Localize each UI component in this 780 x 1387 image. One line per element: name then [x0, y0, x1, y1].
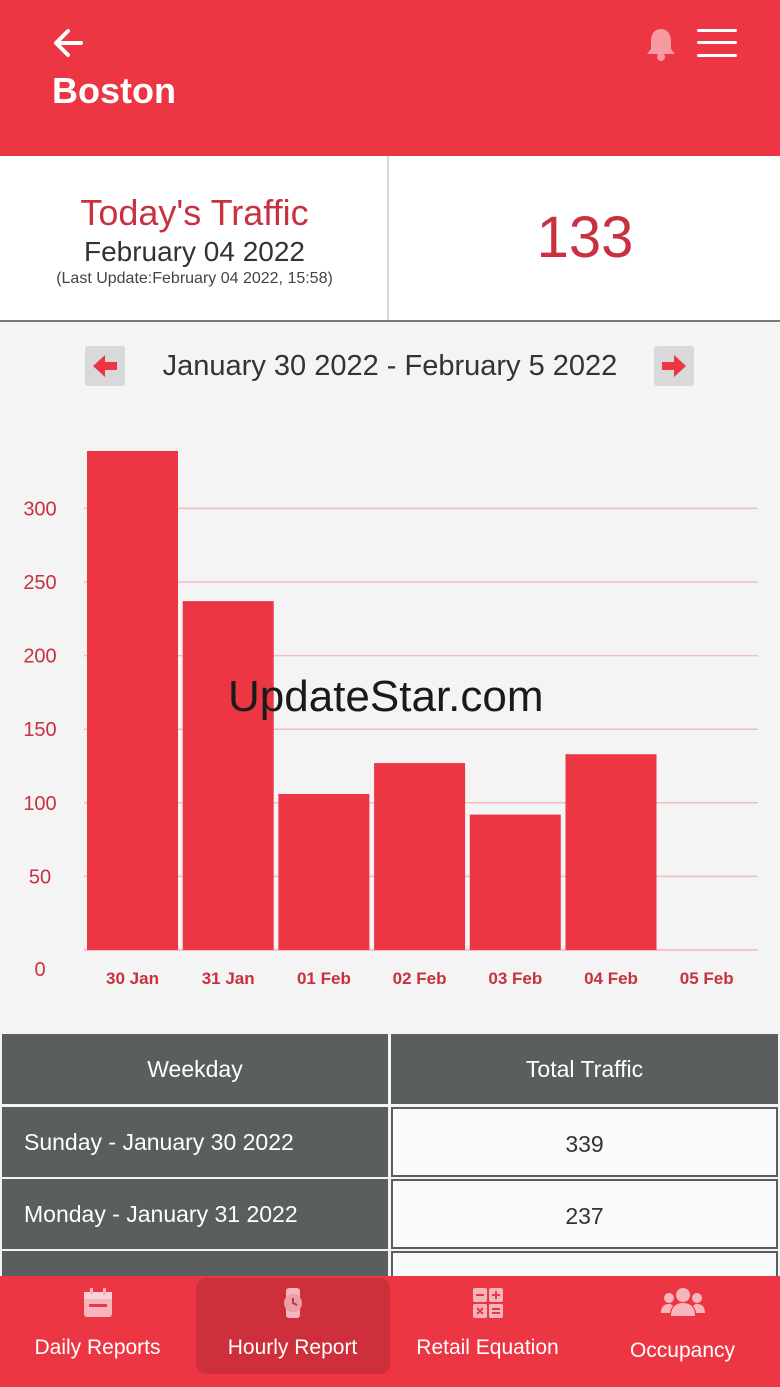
- last-update-text: (Last Update:February 04 2022, 15:58): [56, 270, 333, 287]
- previous-week-button[interactable]: [85, 346, 125, 386]
- weekday-cell: Monday - January 31 2022: [2, 1179, 388, 1249]
- page-title: Boston: [52, 70, 176, 111]
- y-tick-label: 150: [23, 719, 56, 741]
- today-traffic-panel: Today's Traffic February 04 2022 (Last U…: [0, 156, 780, 322]
- app-screen: Boston Today's Traffic February 04 2022 …: [0, 0, 780, 1387]
- y-tick-label: 100: [23, 793, 56, 815]
- x-tick-label: 01 Feb: [297, 969, 351, 988]
- bar[interactable]: [278, 793, 370, 950]
- bar[interactable]: [182, 601, 274, 950]
- top-header: Boston: [0, 0, 780, 156]
- notifications-button[interactable]: [644, 26, 678, 62]
- arrow-right-icon: [662, 355, 686, 377]
- next-week-button[interactable]: [654, 346, 694, 386]
- people-icon: [661, 1288, 705, 1316]
- table-row[interactable]: Monday - January 31 2022 237: [0, 1179, 780, 1249]
- y-tick-label: 0: [34, 959, 45, 981]
- weekday-cell: Sunday - January 30 2022: [2, 1107, 388, 1177]
- nav-hourly-report[interactable]: Hourly Report: [195, 1276, 390, 1387]
- column-header-weekday: Weekday: [2, 1034, 388, 1104]
- today-date: February 04 2022: [83, 236, 306, 267]
- x-tick-label: 03 Feb: [488, 969, 542, 988]
- nav-label: Daily Reports: [34, 1336, 161, 1359]
- nav-label: Retail Equation: [416, 1336, 559, 1359]
- y-tick-label: 50: [29, 866, 51, 888]
- watermark-text: UpdateStar.com: [228, 672, 544, 721]
- back-arrow-icon: [54, 29, 83, 57]
- column-header-total-traffic: Total Traffic: [391, 1034, 778, 1104]
- y-tick-label: 250: [23, 572, 56, 594]
- x-tick-label: 30 Jan: [106, 969, 159, 988]
- table-row[interactable]: Sunday - January 30 2022 339: [0, 1107, 780, 1177]
- nav-label: Hourly Report: [227, 1336, 358, 1359]
- bar[interactable]: [565, 754, 657, 950]
- x-tick-label: 31 Jan: [202, 969, 255, 988]
- menu-line: [697, 54, 737, 57]
- traffic-cell: 339: [391, 1107, 778, 1177]
- nav-retail-equation[interactable]: Retail Equation: [390, 1276, 585, 1387]
- nav-label: Occupancy: [629, 1339, 736, 1362]
- menu-button[interactable]: [697, 27, 737, 59]
- watch-icon: [284, 1288, 302, 1318]
- calendar-icon: [84, 1288, 112, 1317]
- hamburger-menu-icon: [697, 29, 737, 32]
- today-traffic-count: 133: [536, 205, 634, 270]
- bar[interactable]: [87, 451, 178, 950]
- x-tick-label: 04 Feb: [584, 969, 638, 988]
- today-info: Today's Traffic February 04 2022 (Last U…: [0, 156, 389, 320]
- menu-line: [697, 41, 737, 44]
- x-tick-label: 02 Feb: [393, 969, 447, 988]
- table-header-row: Weekday Total Traffic: [0, 1034, 780, 1104]
- y-tick-label: 200: [23, 646, 56, 668]
- nav-occupancy[interactable]: Occupancy: [585, 1276, 780, 1387]
- today-traffic-title: Today's Traffic: [80, 192, 309, 233]
- week-range-label: January 30 2022 - February 5 2022: [162, 350, 618, 382]
- nav-daily-reports[interactable]: Daily Reports: [0, 1276, 195, 1387]
- calculator-icon: [473, 1288, 503, 1318]
- bottom-navigation: Daily Reports Hourly Report Retail Equat…: [0, 1276, 780, 1387]
- traffic-cell: 237: [391, 1179, 778, 1249]
- bell-icon: [647, 29, 675, 61]
- back-button[interactable]: [50, 26, 86, 60]
- arrow-left-icon: [93, 355, 117, 377]
- y-tick-label: 300: [23, 498, 56, 520]
- bar[interactable]: [374, 763, 466, 950]
- bar[interactable]: [469, 814, 561, 950]
- x-tick-label: 05 Feb: [680, 969, 734, 988]
